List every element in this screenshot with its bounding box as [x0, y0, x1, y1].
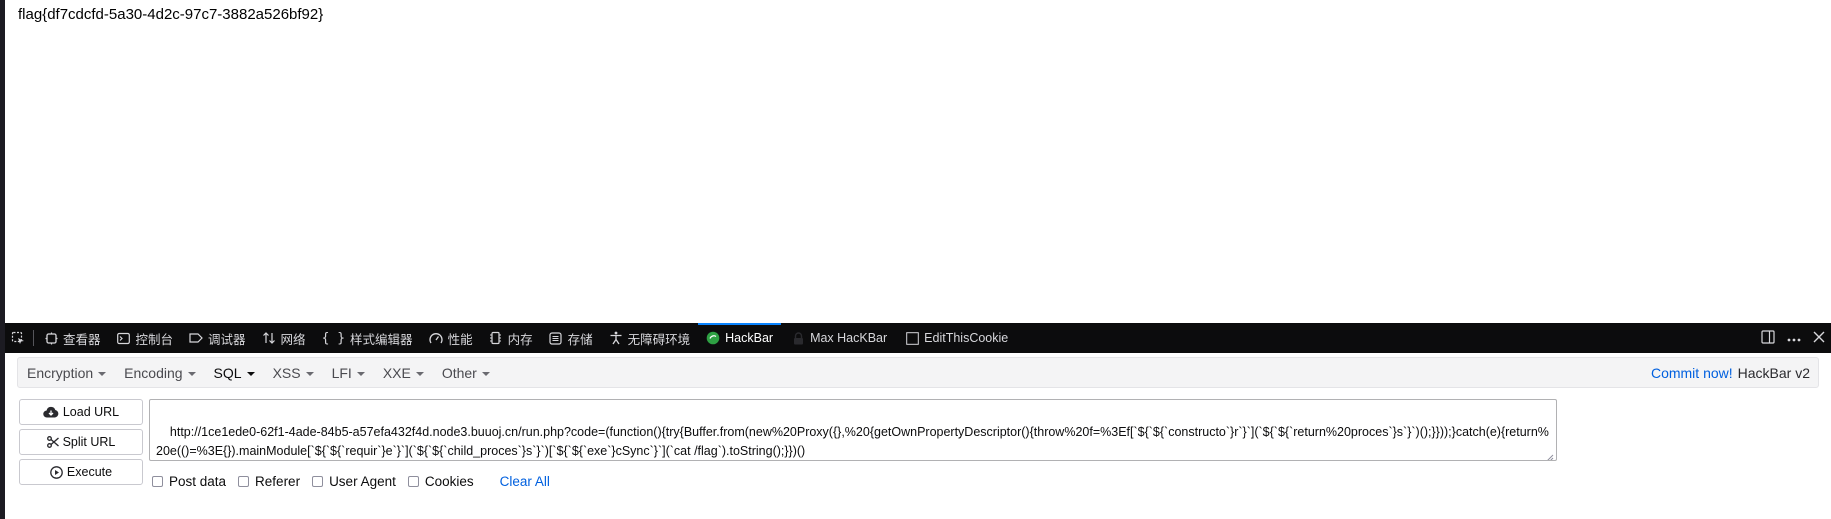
chevron-down-icon [187, 371, 196, 376]
devtools-tabbar: 查看器 控制台 调试器 网络 { } 样式编辑器 性能 内存 存储 无障碍环境 … [5, 323, 1831, 353]
split-url-button[interactable]: Split URL [19, 429, 143, 455]
memory-icon [489, 331, 503, 345]
commit-now-link[interactable]: Commit now! [1651, 365, 1733, 381]
devtools-controls [1761, 323, 1825, 353]
menu-other[interactable]: Other [433, 365, 499, 381]
url-input[interactable]: http://1ce1ede0-62f1-4ade-84b5-a57efa432… [149, 399, 1557, 461]
menu-sql[interactable]: SQL [205, 365, 264, 381]
tab-label: 性能 [447, 332, 473, 347]
menu-xxe[interactable]: XXE [374, 365, 433, 381]
element-picker[interactable] [5, 323, 31, 353]
checkbox-box[interactable] [152, 476, 163, 487]
referer-checkbox[interactable]: Referer [238, 474, 300, 489]
post-data-checkbox[interactable]: Post data [152, 474, 226, 489]
hackbar-icon [706, 331, 720, 345]
style-editor-icon: { } [321, 330, 346, 346]
cloud-download-icon [43, 406, 59, 418]
tab-label: 存储 [567, 332, 593, 347]
menu-label: Encoding [124, 364, 183, 381]
button-label: Execute [66, 465, 113, 479]
tab-label: 查看器 [63, 332, 101, 347]
page-content: flag{df7cdcfd-5a30-4d2c-97c7-3882a526bf9… [5, 0, 1831, 323]
checkbox-box[interactable] [407, 476, 419, 487]
element-picker-icon [11, 331, 25, 345]
tab-label: EditThisCookie [924, 331, 1009, 345]
execute-button[interactable]: Execute [19, 459, 143, 485]
button-label: Split URL [62, 435, 116, 449]
inspector-icon [44, 331, 58, 345]
scissors-icon [46, 436, 59, 448]
checkbox-label: Referer [255, 474, 301, 489]
devtools-panel: 查看器 控制台 调试器 网络 { } 样式编辑器 性能 内存 存储 无障碍环境 … [5, 323, 1831, 519]
menu-label: Other [441, 364, 477, 381]
checkbox-label: Post data [169, 474, 227, 489]
tab-memory[interactable]: 内存 [481, 323, 541, 353]
tab-label: 无障碍环境 [627, 332, 691, 347]
tab-debugger[interactable]: 调试器 [181, 323, 254, 353]
resize-grip-icon[interactable] [1545, 449, 1554, 460]
url-text: http://1ce1ede0-62f1-4ade-84b5-a57efa432… [156, 425, 1549, 458]
tab-label: 内存 [507, 332, 533, 347]
user-agent-checkbox[interactable]: User Agent [312, 474, 396, 489]
button-label: Load URL [62, 405, 120, 419]
tab-hackbar[interactable]: HackBar [698, 323, 782, 353]
menu-encryption[interactable]: Encryption [18, 365, 115, 381]
tab-style-editor[interactable]: { } 样式编辑器 [314, 323, 421, 353]
menu-label: SQL [213, 364, 242, 381]
tab-label: 网络 [280, 332, 306, 347]
tab-storage[interactable]: 存储 [541, 323, 601, 353]
cookie-icon [905, 331, 919, 345]
tab-label: HackBar [725, 331, 774, 345]
menu-label: LFI [331, 364, 352, 381]
chevron-down-icon [305, 371, 314, 376]
dock-toggle-icon[interactable] [1761, 329, 1775, 347]
tab-performance[interactable]: 性能 [421, 323, 481, 353]
checkbox-label: User Agent [329, 474, 396, 489]
tab-separator [33, 330, 34, 346]
chevron-down-icon [481, 371, 490, 376]
tab-inspector[interactable]: 查看器 [36, 323, 109, 353]
tab-label: Max HacKBar [810, 331, 888, 345]
cookies-checkbox[interactable]: Cookies [407, 474, 474, 489]
play-icon [50, 465, 63, 479]
tab-label: 样式编辑器 [350, 332, 413, 347]
load-url-button[interactable]: Load URL [19, 399, 143, 425]
hackbar-toolbar: Encryption Encoding SQL XSS LFI XXE Othe… [17, 357, 1819, 388]
debugger-icon [189, 331, 203, 345]
performance-icon [428, 331, 443, 345]
tab-accessibility[interactable]: 无障碍环境 [601, 323, 699, 353]
checkbox-label: Cookies [424, 474, 474, 489]
checkbox-box[interactable] [312, 476, 324, 487]
tab-label: 调试器 [208, 332, 246, 347]
storage-icon [549, 331, 563, 345]
tab-console[interactable]: 控制台 [109, 323, 182, 353]
lock-icon [791, 331, 805, 345]
console-icon [117, 331, 131, 345]
menu-encoding[interactable]: Encoding [115, 365, 204, 381]
clear-all-link[interactable]: Clear All [500, 474, 550, 489]
menu-lfi[interactable]: LFI [323, 365, 374, 381]
chevron-down-icon [246, 371, 255, 376]
close-devtools-icon[interactable] [1813, 331, 1825, 346]
hackbar-version: HackBar v2 [1737, 364, 1810, 381]
menu-label: Encryption [27, 364, 94, 381]
checkbox-box[interactable] [238, 476, 250, 487]
toolbar-right: Commit now! HackBar v2 [1651, 365, 1810, 381]
chevron-down-icon [98, 371, 107, 376]
flag-text: flag{df7cdcfd-5a30-4d2c-97c7-3882a526bf9… [18, 6, 324, 23]
more-options-icon[interactable] [1787, 331, 1801, 345]
options-row: Post data Referer User Agent Cookies Cle… [152, 474, 550, 489]
tab-label: 控制台 [135, 332, 174, 347]
network-icon [262, 331, 276, 345]
tab-editthiscookie[interactable]: EditThisCookie [895, 323, 1016, 353]
menu-label: XSS [272, 364, 301, 381]
tab-network[interactable]: 网络 [254, 323, 314, 353]
menu-xss[interactable]: XSS [264, 365, 323, 381]
chevron-down-icon [356, 371, 365, 376]
menu-label: XXE [382, 364, 411, 381]
accessibility-icon [609, 331, 623, 345]
tab-max-hackbar[interactable]: Max HacKBar [781, 323, 895, 353]
chevron-down-icon [415, 371, 424, 376]
